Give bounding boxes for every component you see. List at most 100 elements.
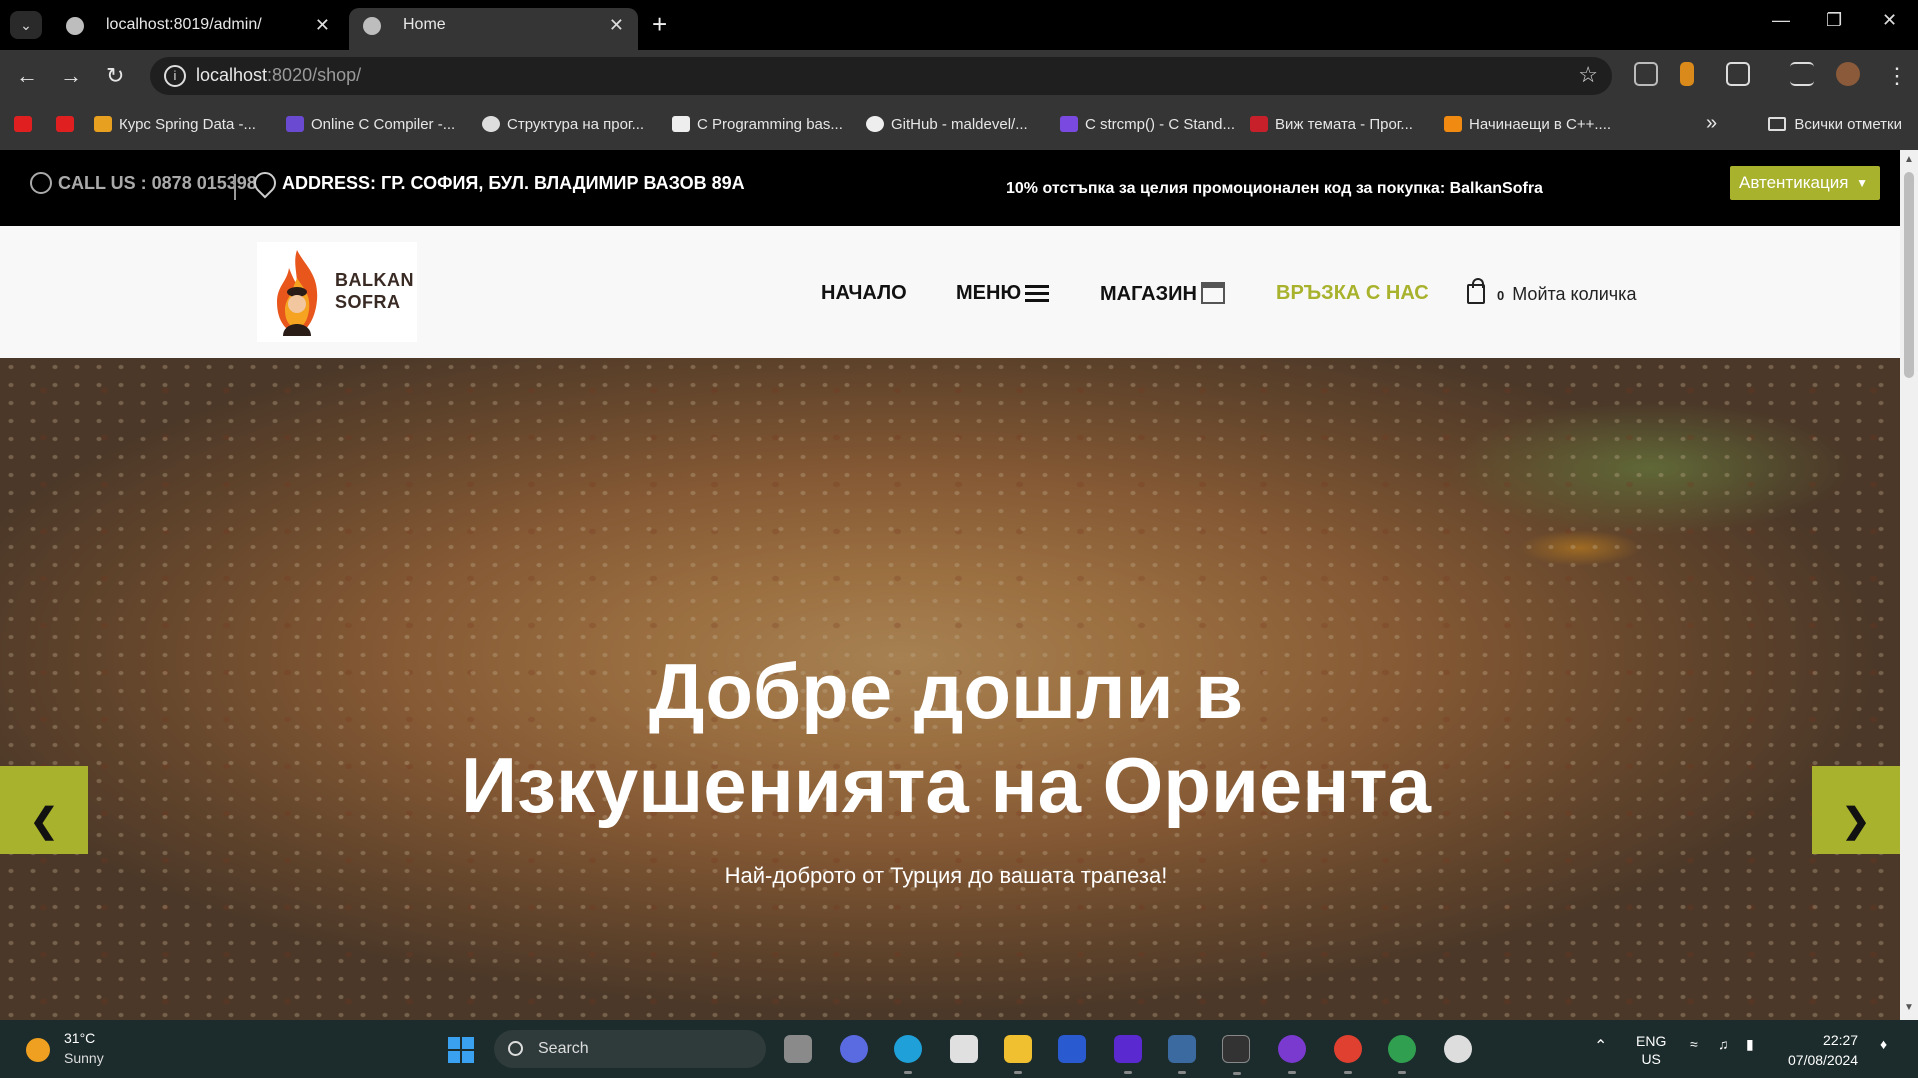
chef-flame-icon <box>277 250 318 336</box>
app-icon[interactable] <box>1058 1035 1086 1063</box>
close-tab-icon[interactable]: ✕ <box>315 8 330 42</box>
bookmark-item[interactable]: C strcmp() - C Stand... <box>1060 116 1235 133</box>
taskbar-search[interactable]: Search <box>494 1030 766 1068</box>
edge-icon[interactable] <box>894 1035 922 1074</box>
shopping-bag-icon <box>1467 278 1485 304</box>
task-view-icon[interactable] <box>784 1035 812 1063</box>
bookmark-item[interactable]: GitHub - maldevel/... <box>866 116 1028 133</box>
more-bookmarks-icon[interactable]: » <box>1706 112 1717 135</box>
site-logo[interactable]: BALKAN SOFRA <box>257 242 417 342</box>
back-icon[interactable]: ← <box>16 62 38 90</box>
nav-home[interactable]: НАЧАЛО <box>821 282 907 305</box>
divider <box>234 174 236 200</box>
chevron-up-icon[interactable]: ⌃ <box>1594 1036 1607 1056</box>
clock[interactable]: 22:27 07/08/2024 <box>1788 1030 1858 1070</box>
chevron-right-icon: ❯ <box>1841 802 1871 840</box>
globe-icon <box>363 17 381 35</box>
caret-down-icon: ▼ <box>1856 176 1868 190</box>
battery-icon[interactable]: ▮ <box>1746 1036 1754 1053</box>
language-indicator[interactable]: ENG US <box>1636 1032 1666 1068</box>
close-tab-icon[interactable]: ✕ <box>609 8 624 42</box>
bookmark-item[interactable]: C Programming bas... <box>672 116 843 133</box>
search-placeholder: Search <box>538 1040 589 1057</box>
hamburger-icon <box>1025 284 1050 302</box>
cart-link[interactable]: 0 Мойта количка <box>1467 278 1636 305</box>
address-text: ADDRESS: ГР. СОФИЯ, БУЛ. ВЛАДИМИР ВАЗОВ … <box>282 173 745 193</box>
temperature: 31°C <box>64 1030 96 1046</box>
tab-search-button[interactable]: ⌄ <box>10 11 42 39</box>
all-bookmarks-label: Всички отметки <box>1794 116 1902 133</box>
minimize-icon[interactable]: — <box>1772 10 1790 31</box>
media-control-icon[interactable] <box>1790 62 1814 86</box>
bookmark-star-icon[interactable]: ☆ <box>1578 62 1598 88</box>
github-desktop-icon[interactable] <box>1278 1035 1306 1074</box>
address-bar[interactable]: i localhost:8020/shop/ ☆ <box>150 57 1612 95</box>
carousel-prev-button[interactable]: ❮ <box>0 766 88 854</box>
bookmark-item[interactable]: Курс Spring Data -... <box>94 116 256 133</box>
page-scrollbar[interactable]: ▲ ▼ <box>1900 150 1918 1020</box>
store-icon[interactable] <box>950 1035 978 1063</box>
bookmark-item[interactable]: Online C Compiler -... <box>286 116 455 133</box>
browser-toolbar: ← → ↻ i localhost:8020/shop/ ☆ ⋮ <box>0 50 1918 102</box>
site-top-bar: CALL US : 0878 015398 ADDRESS: ГР. СОФИЯ… <box>0 150 1900 226</box>
file-explorer-icon[interactable] <box>1004 1035 1032 1074</box>
tab-home[interactable]: Home ✕ <box>349 8 638 50</box>
auth-dropdown-button[interactable]: Автентикация ▼ <box>1730 166 1880 200</box>
bookmark-label: Виж темата - Прог... <box>1275 116 1413 133</box>
browser-tab-strip: ⌄ localhost:8019/admin/ ✕ Home ✕ + — ❐ ✕ <box>0 0 1918 50</box>
terminal-icon[interactable] <box>1222 1035 1250 1075</box>
carousel-next-button[interactable]: ❯ <box>1812 766 1900 854</box>
reload-icon[interactable]: ↻ <box>106 62 124 90</box>
youtube-icon[interactable] <box>14 116 39 133</box>
nav-contact[interactable]: ВРЪЗКА С НАС <box>1276 282 1429 305</box>
call-us: CALL US : 0878 015398 <box>30 172 257 194</box>
forward-icon[interactable]: → <box>60 62 82 90</box>
puzzle-icon[interactable] <box>1726 62 1750 86</box>
profile-avatar[interactable] <box>1836 62 1860 86</box>
storefront-icon <box>1200 282 1225 304</box>
volume-icon[interactable]: ♫ <box>1718 1036 1729 1052</box>
new-tab-button[interactable]: + <box>652 9 667 39</box>
url-text[interactable]: localhost:8020/shop/ <box>196 65 361 86</box>
site-info-icon[interactable]: i <box>164 65 186 87</box>
location-pin-icon <box>249 167 281 199</box>
phone-icon <box>30 172 52 194</box>
bookmark-item[interactable]: Начинаещи в C++.... <box>1444 116 1611 133</box>
bookmark-label: Структура на прог... <box>507 116 645 133</box>
nav-menu[interactable]: МЕНЮ <box>956 282 1050 305</box>
all-bookmarks-folder[interactable]: Всички отметки <box>1768 116 1902 133</box>
browser-menu-icon[interactable]: ⋮ <box>1886 62 1908 90</box>
bookmark-item[interactable]: Виж темата - Прог... <box>1250 116 1413 133</box>
scroll-up-icon[interactable]: ▲ <box>1904 154 1914 165</box>
start-button[interactable] <box>448 1037 474 1063</box>
app-icon[interactable] <box>1168 1035 1196 1074</box>
url-path: :8020/shop/ <box>267 65 362 85</box>
bookmark-item[interactable]: Структура на прог... <box>482 116 644 133</box>
chrome-icon[interactable] <box>1334 1035 1362 1074</box>
scroll-thumb[interactable] <box>1904 172 1914 378</box>
restore-icon[interactable]: ❐ <box>1826 10 1842 31</box>
tab-admin[interactable]: localhost:8019/admin/ ✕ <box>52 8 344 50</box>
url-host: localhost <box>196 65 268 85</box>
notification-bell-icon[interactable]: ♦ <box>1880 1036 1887 1052</box>
address: ADDRESS: ГР. СОФИЯ, БУЛ. ВЛАДИМИР ВАЗОВ … <box>249 167 745 199</box>
bookmark-label: GitHub - maldevel/... <box>891 116 1028 133</box>
hero-title: Изкушенията на Ориента <box>461 741 1431 829</box>
youtube-icon[interactable] <box>56 116 81 133</box>
bookmark-label: Online C Compiler -... <box>311 116 456 133</box>
call-text: CALL US : 0878 015398 <box>58 173 257 193</box>
copilot-icon[interactable] <box>840 1035 868 1063</box>
extension-icon[interactable] <box>1634 62 1658 86</box>
time: 22:27 <box>1823 1032 1859 1048</box>
close-window-icon[interactable]: ✕ <box>1882 10 1897 31</box>
download-icon[interactable] <box>1680 62 1694 86</box>
scroll-down-icon[interactable]: ▼ <box>1904 1002 1914 1013</box>
app-icon[interactable] <box>1444 1035 1472 1063</box>
chrome-icon[interactable] <box>1388 1035 1416 1074</box>
wifi-icon[interactable]: ≈ <box>1690 1036 1698 1052</box>
intellij-icon[interactable] <box>1114 1035 1142 1074</box>
date: 07/08/2024 <box>1788 1052 1859 1068</box>
nav-shop[interactable]: МАГАЗИН <box>1100 282 1225 306</box>
bookmark-label: Курс Spring Data -... <box>119 116 256 133</box>
sun-icon <box>26 1038 50 1062</box>
